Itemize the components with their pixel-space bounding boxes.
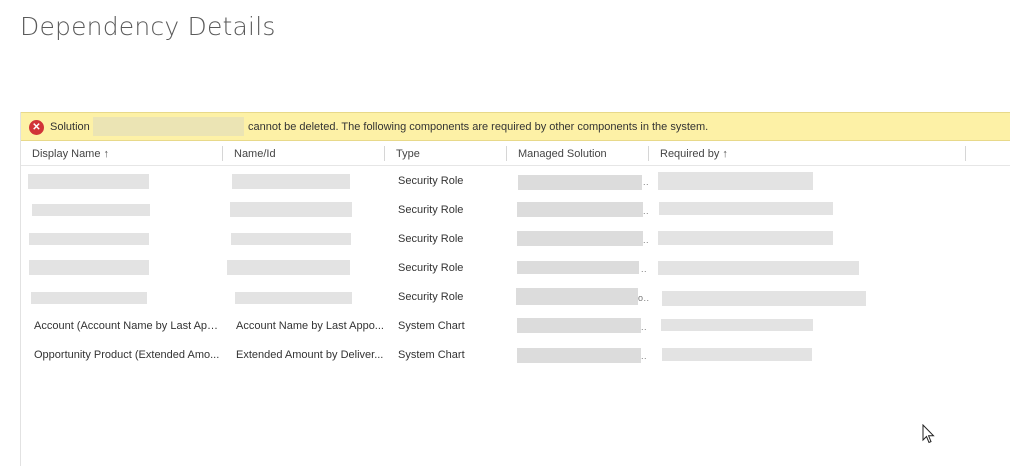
- cell-type: Security Role: [398, 262, 464, 274]
- redacted-required-by: [661, 319, 813, 331]
- redacted-required-by: [658, 172, 813, 190]
- truncation-ellipsis: o..: [638, 293, 650, 303]
- column-header-type[interactable]: Type: [396, 148, 420, 160]
- column-header-required-by[interactable]: Required by ↑: [660, 148, 728, 160]
- table-row[interactable]: Security Role ..: [21, 254, 1010, 283]
- truncation-ellipsis: ..: [643, 177, 650, 187]
- table-row[interactable]: Security Role o..: [21, 283, 1010, 312]
- table-row[interactable]: Security Role ..: [21, 225, 1010, 254]
- mouse-pointer-icon: [922, 424, 935, 444]
- banner-message: cannot be deleted. The following compone…: [248, 121, 709, 133]
- page-title: Dependency Details: [20, 12, 276, 41]
- column-header-managed-solution[interactable]: Managed Solution: [518, 148, 607, 160]
- redacted-display-name: [29, 233, 149, 245]
- grid-header: Display Name ↑ Name/Id Type Managed Solut…: [21, 142, 1010, 166]
- cell-type: Security Role: [398, 175, 464, 187]
- redacted-required-by: [658, 261, 859, 275]
- redacted-required-by: [662, 291, 866, 306]
- redacted-managed-solution: [517, 318, 641, 333]
- redacted-name-id: [227, 260, 350, 275]
- dependency-panel: ✕ Solution cannot be deleted. The follow…: [20, 112, 1010, 466]
- redacted-name-id: [232, 174, 350, 189]
- cell-type: Security Role: [398, 291, 464, 303]
- redacted-required-by: [662, 348, 812, 361]
- redacted-name-id: [235, 292, 352, 304]
- cell-type: Security Role: [398, 233, 464, 245]
- redacted-solution-name: [93, 117, 244, 136]
- column-separator[interactable]: [965, 146, 966, 161]
- redacted-managed-solution: [517, 202, 643, 217]
- truncation-ellipsis: ..: [643, 206, 650, 216]
- redacted-managed-solution: [517, 261, 639, 274]
- table-row[interactable]: Opportunity Product (Extended Amo... Ext…: [21, 341, 1010, 370]
- cell-type: System Chart: [398, 349, 465, 361]
- column-header-name-id[interactable]: Name/Id: [234, 148, 276, 160]
- redacted-required-by: [658, 231, 833, 245]
- sort-ascending-icon: ↑: [722, 148, 728, 160]
- redacted-required-by: [659, 202, 833, 215]
- truncation-ellipsis: ..: [641, 351, 648, 361]
- cell-display-name: Account (Account Name by Last App...: [34, 320, 220, 332]
- sort-ascending-icon: ↑: [103, 148, 109, 160]
- cell-display-name: Opportunity Product (Extended Amo...: [34, 349, 220, 361]
- truncation-ellipsis: ..: [641, 264, 648, 274]
- column-header-display-name[interactable]: Display Name ↑: [32, 148, 109, 160]
- truncation-ellipsis: ..: [641, 322, 648, 332]
- table-row[interactable]: Security Role ..: [21, 196, 1010, 225]
- column-separator[interactable]: [506, 146, 507, 161]
- redacted-managed-solution: [518, 175, 642, 190]
- column-separator[interactable]: [384, 146, 385, 161]
- redacted-display-name: [29, 260, 149, 275]
- redacted-name-id: [230, 202, 352, 217]
- column-separator[interactable]: [648, 146, 649, 161]
- redacted-display-name: [32, 204, 150, 216]
- cell-type: Security Role: [398, 204, 464, 216]
- banner-prefix: Solution: [50, 121, 90, 133]
- redacted-name-id: [231, 233, 351, 245]
- table-row[interactable]: Account (Account Name by Last App... Acc…: [21, 312, 1010, 341]
- table-row[interactable]: Security Role ..: [21, 167, 1010, 196]
- error-banner: ✕ Solution cannot be deleted. The follow…: [21, 112, 1010, 141]
- redacted-display-name: [31, 292, 147, 304]
- cell-name-id: Extended Amount by Deliver...: [236, 349, 384, 361]
- redacted-managed-solution: [517, 231, 643, 246]
- column-separator[interactable]: [222, 146, 223, 161]
- error-circle-icon: ✕: [29, 120, 44, 135]
- redacted-managed-solution: [517, 348, 641, 363]
- redacted-managed-solution: [516, 288, 638, 305]
- truncation-ellipsis: ..: [643, 235, 650, 245]
- cell-type: System Chart: [398, 320, 465, 332]
- redacted-display-name: [28, 174, 149, 189]
- cell-name-id: Account Name by Last Appo...: [236, 320, 384, 332]
